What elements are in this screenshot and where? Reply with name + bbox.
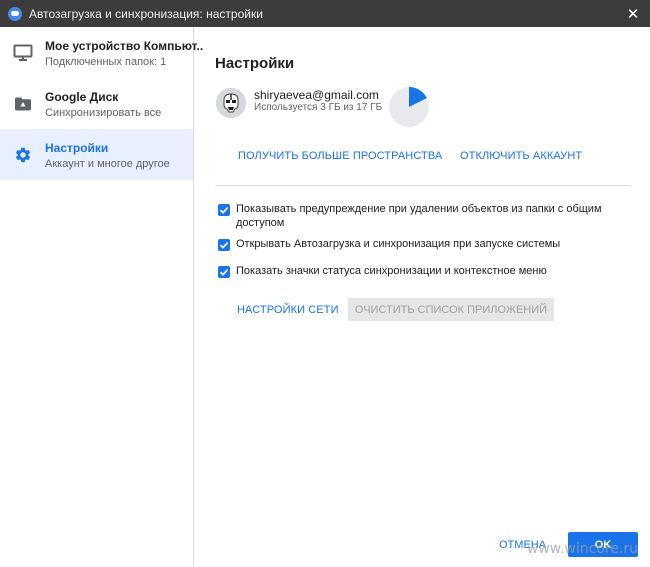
sidebar-item-subtitle: Подключенных папок: 1: [45, 56, 167, 68]
storage-pie-chart: [389, 87, 429, 127]
avatar[interactable]: [216, 88, 246, 118]
checkbox-checked[interactable]: [218, 239, 230, 251]
page-title: Настройки: [215, 55, 295, 72]
storage-usage: Используется 3 ГБ из 17 ГБ: [254, 102, 383, 113]
clear-apps-list-button: ОЧИСТИТЬ СПИСОК ПРИЛОЖЕНИЙ: [348, 298, 554, 321]
account-email: shiryaevea@gmail.com: [254, 88, 379, 102]
sidebar-item-subtitle: Синхронизировать все: [45, 107, 162, 119]
option-label: Открывать Автозагрузка и синхронизация п…: [236, 238, 561, 250]
backup-sync-app-icon: [8, 6, 22, 21]
sidebar-item-title: Настройки: [45, 141, 109, 155]
drive-folder-icon: [13, 95, 33, 113]
checkmark-icon: [219, 207, 229, 214]
sidebar-item-title: Мое устройство Компьют..: [45, 39, 204, 53]
option-label: Показывать предупреждение при удалении о…: [236, 203, 602, 229]
gear-icon: [13, 146, 33, 164]
settings-panel: Настройки shiryaevea@gmail.com Используе…: [195, 27, 650, 567]
checkbox-checked[interactable]: [218, 266, 230, 278]
disconnect-account-button[interactable]: ОТКЛЮЧИТЬ АККАУНТ: [460, 150, 582, 162]
network-settings-button[interactable]: НАСТРОЙКИ СЕТИ: [237, 304, 339, 316]
sidebar-item-subtitle: Аккаунт и многое другое: [45, 158, 170, 170]
checkmark-icon: [219, 269, 229, 276]
sidebar-item-my-computer[interactable]: Мое устройство Компьют.. Подключенных па…: [0, 27, 203, 78]
close-icon[interactable]: ✕: [616, 0, 650, 27]
get-more-space-button[interactable]: ПОЛУЧИТЬ БОЛЬШЕ ПРОСТРАНСТВА: [238, 150, 442, 162]
option-delete-warning[interactable]: Показывать предупреждение при удалении о…: [218, 202, 616, 230]
checkbox-checked[interactable]: [218, 204, 230, 216]
option-run-at-startup[interactable]: Открывать Автозагрузка и синхронизация п…: [218, 237, 616, 251]
window-title: Автозагрузка и синхронизация: настройки: [29, 6, 263, 21]
sidebar: Мое устройство Компьют.. Подключенных па…: [0, 27, 203, 567]
monitor-icon: [13, 44, 33, 62]
divider: [215, 185, 631, 186]
checkmark-icon: [219, 242, 229, 249]
sidebar-item-settings[interactable]: Настройки Аккаунт и многое другое: [0, 129, 193, 180]
sidebar-item-title: Google Диск: [45, 90, 119, 104]
watermark-text: www.wincore.ru: [526, 541, 638, 557]
title-bar: Автозагрузка и синхронизация: настройки …: [0, 0, 650, 27]
option-label: Показать значки статуса синхронизации и …: [236, 265, 547, 277]
option-sync-status-icons[interactable]: Показать значки статуса синхронизации и …: [218, 264, 616, 278]
sidebar-item-google-drive[interactable]: Google Диск Синхронизировать все: [0, 78, 193, 129]
